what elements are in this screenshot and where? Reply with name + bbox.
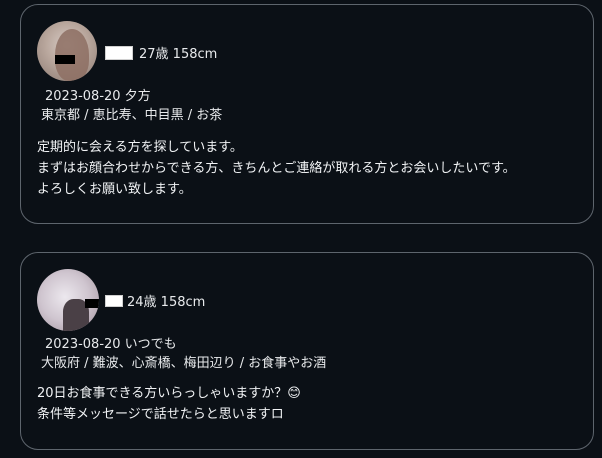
avatar-censor-bar — [85, 299, 99, 308]
post-message-line: 定期的に会える方を探しています。 — [37, 140, 243, 155]
post-message: 20日お食事できる方いらっしゃいますか？😊 条件等メッセージで話せたらと思います… — [37, 383, 577, 425]
post-date-time: 2023-08-20 夕方 — [45, 89, 151, 104]
post-meta: 2023-08-20 夕方 東京都 / 恵比寿、中目黒 / お茶 — [41, 87, 222, 125]
post-message-line: よろしくお願い致します。 — [37, 182, 192, 197]
post-message-line: 条件等メッセージで話せたらと思いますロ — [37, 407, 284, 422]
post-location: 大阪府 / 難波、心斎橋、梅田辺り / お食事やお酒 — [41, 356, 327, 371]
age-height: 27歳 158cm — [139, 47, 218, 62]
post-card[interactable]: 27歳 158cm 2023-08-20 夕方 東京都 / 恵比寿、中目黒 / … — [20, 4, 594, 224]
avatar[interactable] — [37, 21, 97, 81]
post-date-time: 2023-08-20 いつでも — [45, 337, 177, 352]
avatar[interactable] — [37, 269, 99, 331]
post-meta: 2023-08-20 いつでも 大阪府 / 難波、心斎橋、梅田辺り / お食事や… — [41, 335, 326, 373]
post-location: 東京都 / 恵比寿、中目黒 / お茶 — [41, 108, 223, 123]
post-card[interactable]: 24歳 158cm 2023-08-20 いつでも 大阪府 / 難波、心斎橋、梅… — [20, 252, 594, 450]
post-message-line: まずはお顔合わせからできる方、きちんとご連絡が取れる方とお会いしたいです。 — [37, 161, 516, 176]
avatar-censor-bar — [55, 55, 75, 64]
redacted-name — [105, 295, 123, 307]
post-message: 定期的に会える方を探しています。 まずはお顔合わせからできる方、きちんとご連絡が… — [37, 137, 577, 200]
post-list: 27歳 158cm 2023-08-20 夕方 東京都 / 恵比寿、中目黒 / … — [0, 0, 602, 458]
post-message-line: 20日お食事できる方いらっしゃいますか？😊 — [37, 386, 301, 401]
redacted-name — [105, 46, 133, 60]
age-height: 24歳 158cm — [127, 295, 206, 310]
